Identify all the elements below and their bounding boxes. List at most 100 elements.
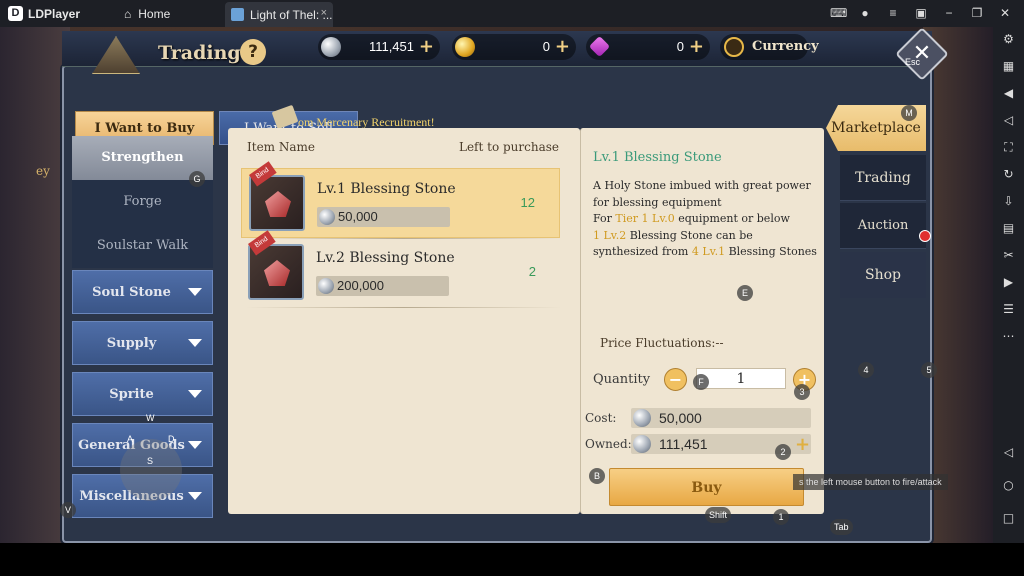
operations-icon[interactable]: ☰ <box>1001 302 1016 317</box>
volume-up-icon[interactable]: ◀ <box>1001 86 1016 101</box>
key-hint-e: E <box>737 285 753 301</box>
key-hint-v: V <box>60 502 76 518</box>
volume-down-icon[interactable]: ◁ <box>1001 113 1016 128</box>
restore-icon[interactable]: ❐ <box>970 6 984 20</box>
background-right <box>923 27 993 543</box>
chevron-down-icon <box>188 339 202 347</box>
tab-trading-post[interactable]: Trading Post <box>840 155 926 232</box>
item-name: Lv.2 Blessing Stone <box>316 250 455 266</box>
item-price-value: 50,000 <box>338 209 378 224</box>
silver-coin-icon <box>319 209 335 225</box>
quantity-input[interactable]: 1 <box>696 368 786 389</box>
recents-icon[interactable]: □ <box>1001 511 1016 526</box>
silver-value: 111,451 <box>368 39 414 54</box>
account-icon[interactable]: ● <box>858 6 872 20</box>
record-icon[interactable]: ▶ <box>1001 275 1016 290</box>
home-icon: ⌂ <box>124 6 132 21</box>
key-w: W <box>146 413 155 423</box>
wasd-joystick[interactable] <box>120 439 182 501</box>
blessing-stone-icon <box>264 260 290 286</box>
help-icon[interactable]: ? <box>240 39 266 65</box>
category-forge[interactable]: Forge <box>72 180 213 224</box>
esc-key-hint: Esc <box>905 57 921 67</box>
menu-icon[interactable]: ≡ <box>886 6 900 20</box>
price-fluctuations: Price Fluctuations:-- <box>600 336 724 350</box>
tab-home[interactable]: ⌂ Home <box>118 0 222 27</box>
desc-text: equipment or below <box>674 212 790 225</box>
list-item[interactable]: Bind Lv.2 Blessing Stone 200,000 2 <box>241 230 560 308</box>
game-icon <box>231 8 244 21</box>
background-left <box>0 27 70 543</box>
key-hint-shift: Shift <box>705 507 732 523</box>
close-tab-icon[interactable]: × <box>321 7 327 19</box>
category-soulstar-walk[interactable]: Soulstar Walk <box>72 224 213 268</box>
decrease-quantity-button[interactable]: − <box>664 368 687 391</box>
bind-badge: Bind <box>249 161 277 187</box>
fire-attack-hint: s the left mouse button to fire/attack <box>793 474 948 490</box>
item-left-count: 12 <box>520 195 535 210</box>
silver-currency: 111,451 + <box>318 34 440 60</box>
key-hint-tab: Tab <box>830 519 853 535</box>
rotate-icon[interactable]: ↻ <box>1001 167 1016 182</box>
desc-text: For <box>593 212 616 225</box>
minimize-icon[interactable]: − <box>942 6 956 20</box>
add-gem-icon[interactable]: + <box>689 36 704 57</box>
add-gold-icon[interactable]: + <box>555 36 570 57</box>
buy-button[interactable]: Buy <box>609 468 804 506</box>
chevron-down-icon <box>188 441 202 449</box>
silver-coin-icon <box>321 37 341 57</box>
category-supply[interactable]: Supply <box>72 321 213 365</box>
apk-icon[interactable]: ▤ <box>1001 221 1016 236</box>
keyboard-icon[interactable]: ▦ <box>1001 59 1016 74</box>
home-circle-icon[interactable]: ○ <box>1001 478 1016 493</box>
item-price-value: 200,000 <box>337 278 384 293</box>
owned-value: 111,451 <box>659 436 708 452</box>
side-text: ey <box>36 164 50 178</box>
back-icon[interactable]: ◁ <box>1001 445 1016 460</box>
detail-description: A Holy Stone imbued with great power for… <box>593 178 821 261</box>
gold-value: 0 <box>542 39 550 54</box>
item-thumbnail: Bind <box>249 161 305 231</box>
screen-icon[interactable]: ▣ <box>914 6 928 20</box>
ldplayer-logo-icon: D <box>8 6 23 21</box>
gamepad-icon[interactable]: ⌨ <box>830 6 847 20</box>
ldplayer-logo: D LDPlayer <box>8 6 80 21</box>
more-icon[interactable]: ⋯ <box>1001 329 1016 344</box>
key-hint-b: B <box>589 468 605 484</box>
tab-game[interactable]: Light of Thel: ... × <box>225 2 333 27</box>
fullscreen-icon[interactable]: ⛶ <box>1001 140 1016 155</box>
notification-dot <box>919 230 931 242</box>
desc-line: 1 Lv.2 Blessing Stone can be synthesized… <box>593 228 821 261</box>
page-title: Trading <box>158 42 241 64</box>
category-label: Supply <box>106 336 157 351</box>
add-silver-icon[interactable]: + <box>419 36 434 57</box>
list-item[interactable]: Bind Lv.1 Blessing Stone 50,000 12 <box>241 161 560 238</box>
detail-title: Lv.1 Blessing Stone <box>593 150 722 165</box>
install-apk-icon[interactable]: ⇩ <box>1001 194 1016 209</box>
key-hint-4: 4 <box>858 362 874 378</box>
key-s: S <box>147 456 154 466</box>
game-viewport: ey Trading ? 111,451 + 0 + 0 + Currency … <box>0 27 993 543</box>
item-list-panel: Item Name Left to purchase Bind Lv.1 Ble… <box>228 128 580 514</box>
category-sprite[interactable]: Sprite <box>72 372 213 416</box>
item-name: Lv.1 Blessing Stone <box>317 181 456 197</box>
column-item-name: Item Name <box>247 140 315 154</box>
desc-line: For Tier 1 Lv.0 equipment or below <box>593 211 821 228</box>
settings-icon[interactable]: ⚙ <box>1001 32 1016 47</box>
key-hint-1: 1 <box>773 509 789 525</box>
currency-button[interactable]: Currency <box>720 34 819 60</box>
key-hint-g: G <box>189 171 205 187</box>
quantity-label: Quantity <box>593 372 651 387</box>
gold-currency: 0 + <box>452 34 576 60</box>
tab-home-label: Home <box>138 6 171 21</box>
silver-coin-icon <box>318 278 334 294</box>
gem-currency: 0 + <box>586 34 710 60</box>
tab-shop[interactable]: Shop <box>840 252 926 298</box>
scissors-icon[interactable]: ✂ <box>1001 248 1016 263</box>
close-window-icon[interactable]: ✕ <box>998 6 1012 20</box>
blessing-stone-icon <box>265 191 291 217</box>
currency-label: Currency <box>752 39 819 54</box>
category-soul-stone[interactable]: Soul Stone <box>72 270 213 314</box>
tab-auction-house[interactable]: Auction House <box>840 203 926 279</box>
add-owned-icon[interactable]: + <box>795 434 810 455</box>
